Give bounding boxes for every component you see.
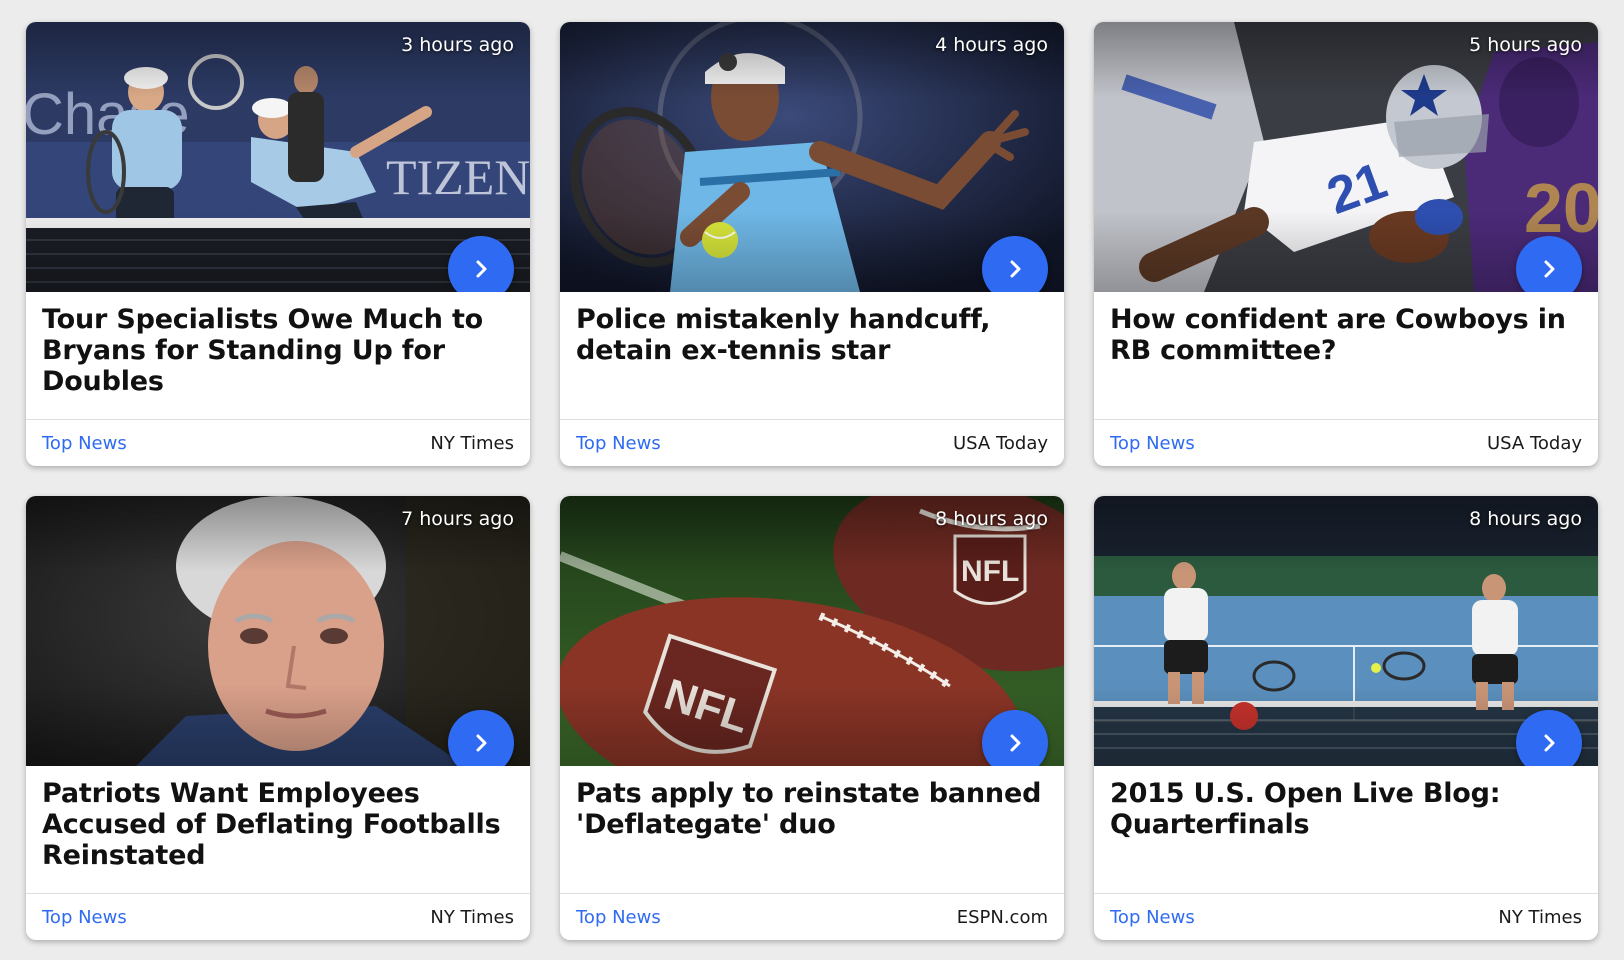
- card-image: 7 hours ago: [26, 496, 530, 766]
- chevron-right-icon: [1544, 260, 1555, 278]
- category-link[interactable]: Top News: [576, 907, 661, 928]
- news-card[interactable]: 20 21 5 hours ago How confident are Cowb…: [1094, 22, 1598, 466]
- source-label: USA Today: [952, 432, 1048, 454]
- card-image: Chase TIZEN 3 hours ago: [26, 22, 530, 292]
- card-footer: Top News USA Today: [1094, 419, 1598, 466]
- category-link[interactable]: Top News: [1110, 433, 1195, 454]
- source-label: ESPN.com: [956, 906, 1048, 928]
- card-body: Patriots Want Employees Accused of Defla…: [26, 766, 530, 893]
- chevron-right-icon: [476, 734, 487, 752]
- category-link[interactable]: Top News: [1110, 907, 1195, 928]
- category-link[interactable]: Top News: [576, 433, 661, 454]
- sponsor-sign-citizen: TIZEN: [386, 149, 530, 205]
- headline[interactable]: Patriots Want Employees Accused of Defla…: [42, 778, 514, 871]
- timestamp: 5 hours ago: [1469, 34, 1582, 56]
- source-label: NY Times: [430, 432, 514, 454]
- source-label: NY Times: [1498, 906, 1582, 928]
- headline[interactable]: 2015 U.S. Open Live Blog: Quarterfinals: [1110, 778, 1582, 840]
- headline[interactable]: How confident are Cowboys in RB committe…: [1110, 304, 1582, 366]
- category-link[interactable]: Top News: [42, 433, 127, 454]
- card-body: Pats apply to reinstate banned 'Deflateg…: [560, 766, 1064, 893]
- card-footer: Top News NY Times: [26, 419, 530, 466]
- card-image: 4 hours ago: [560, 22, 1064, 292]
- news-grid: Chase TIZEN 3 hours ago Tour Specialists…: [26, 22, 1598, 940]
- headline[interactable]: Pats apply to reinstate banned 'Deflateg…: [576, 778, 1048, 840]
- category-link[interactable]: Top News: [42, 907, 127, 928]
- card-footer: Top News NY Times: [1094, 893, 1598, 940]
- card-body: Tour Specialists Owe Much to Bryans for …: [26, 292, 530, 419]
- card-footer: Top News NY Times: [26, 893, 530, 940]
- chevron-right-icon: [476, 260, 487, 278]
- chevron-right-icon: [1010, 734, 1021, 752]
- nfl-logo-back: NFL: [961, 555, 1019, 588]
- card-image: 8 hours ago: [1094, 496, 1598, 766]
- timestamp: 7 hours ago: [401, 508, 514, 530]
- timestamp: 4 hours ago: [935, 34, 1048, 56]
- chevron-right-icon: [1544, 734, 1555, 752]
- card-footer: Top News USA Today: [560, 419, 1064, 466]
- news-card[interactable]: 4 hours ago Police mistakenly handcuff, …: [560, 22, 1064, 466]
- headline[interactable]: Tour Specialists Owe Much to Bryans for …: [42, 304, 514, 397]
- news-card[interactable]: 7 hours ago Patriots Want Employees Accu…: [26, 496, 530, 940]
- card-image: 20 21 5 hours ago: [1094, 22, 1598, 292]
- news-card[interactable]: 8 hours ago 2015 U.S. Open Live Blog: Qu…: [1094, 496, 1598, 940]
- timestamp: 8 hours ago: [1469, 508, 1582, 530]
- source-label: USA Today: [1486, 432, 1582, 454]
- timestamp: 3 hours ago: [401, 34, 514, 56]
- card-footer: Top News ESPN.com: [560, 893, 1064, 940]
- headline[interactable]: Police mistakenly handcuff, detain ex-te…: [576, 304, 1048, 366]
- card-body: 2015 U.S. Open Live Blog: Quarterfinals: [1094, 766, 1598, 893]
- news-card[interactable]: Chase TIZEN 3 hours ago Tour Specialists…: [26, 22, 530, 466]
- source-label: NY Times: [430, 906, 514, 928]
- card-body: How confident are Cowboys in RB committe…: [1094, 292, 1598, 419]
- card-body: Police mistakenly handcuff, detain ex-te…: [560, 292, 1064, 419]
- card-image: NFL NFL 8 hours ago: [560, 496, 1064, 766]
- news-card[interactable]: NFL NFL 8 hours ago Pats apply to reinst…: [560, 496, 1064, 940]
- chevron-right-icon: [1010, 260, 1021, 278]
- timestamp: 8 hours ago: [935, 508, 1048, 530]
- svg-text:20: 20: [1524, 169, 1598, 247]
